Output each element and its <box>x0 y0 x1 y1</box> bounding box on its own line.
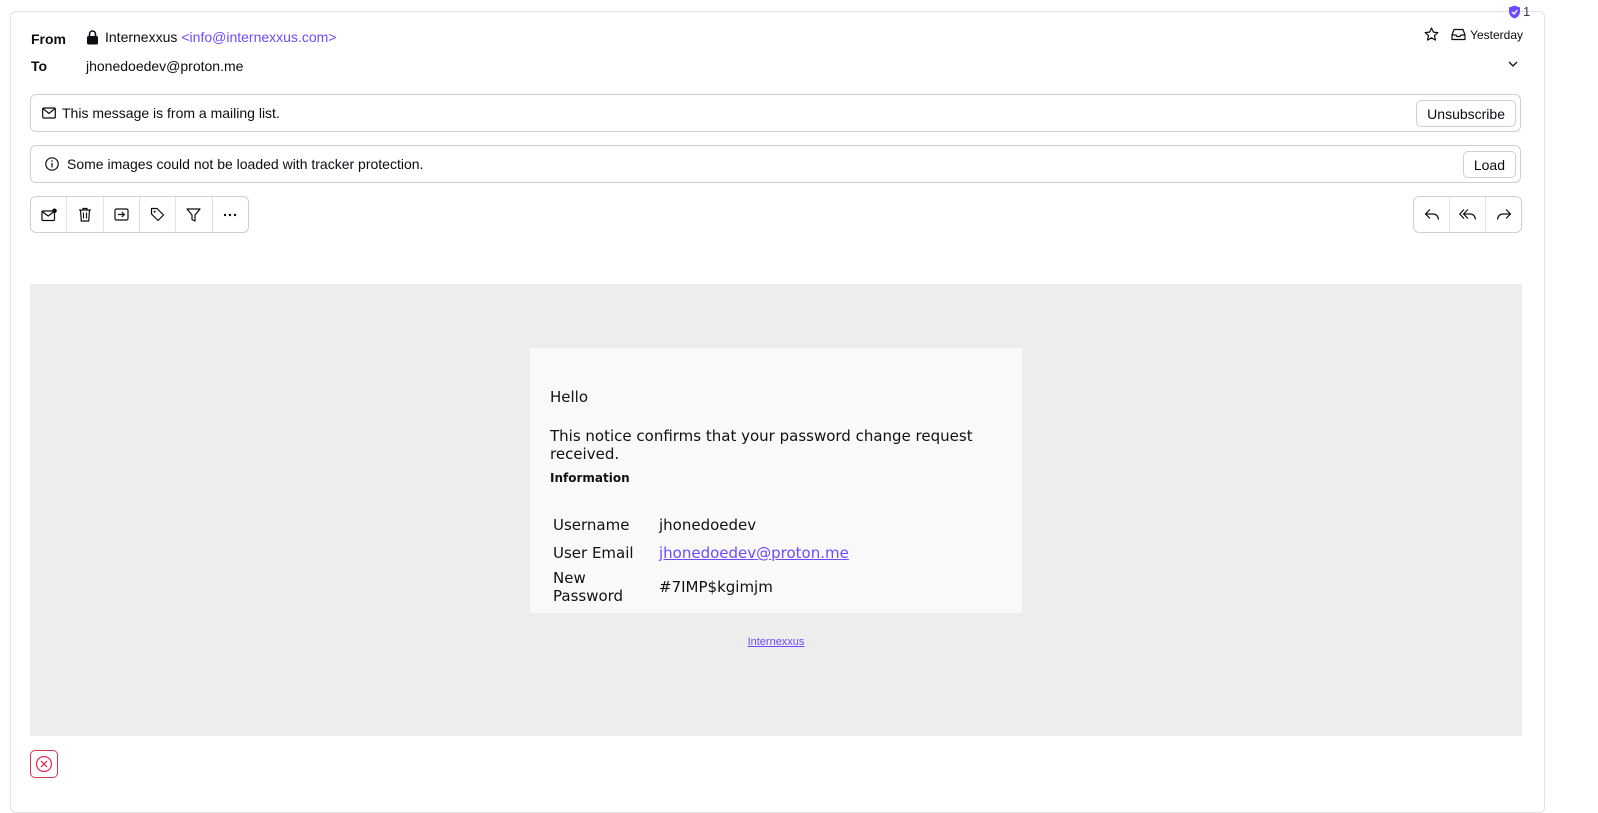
forward-icon <box>1496 208 1512 221</box>
notice-text: This notice confirms that your password … <box>550 427 973 463</box>
mark-unread-button[interactable] <box>31 197 68 232</box>
info-table: Username jhonedoedev User Email jhonedoe… <box>551 511 851 607</box>
forward-button[interactable] <box>1486 197 1521 232</box>
mark-unread-icon <box>41 208 57 222</box>
reply-all-icon <box>1458 208 1477 221</box>
table-row: New Password #7IMP$kgimjm <box>551 567 851 607</box>
row-key: New Password <box>553 569 624 605</box>
reply-icon <box>1424 208 1440 221</box>
envelope-icon <box>42 107 56 119</box>
row-value: jhonedoedev <box>659 516 757 534</box>
user-email-link[interactable]: jhonedoedev@proton.me <box>659 544 849 562</box>
lock-icon <box>86 29 99 45</box>
greeting: Hello <box>550 388 589 406</box>
reply-toolbar <box>1413 196 1522 233</box>
table-row: User Email jhonedoedev@proton.me <box>551 539 851 567</box>
message-card: Hello This notice confirms that your pas… <box>530 348 1022 613</box>
recipient[interactable]: jhonedoedev@proton.me <box>86 58 243 74</box>
info-heading: Information <box>550 471 630 485</box>
footer: Internexxus <box>30 636 1522 648</box>
load-images-button[interactable]: Load <box>1462 151 1516 178</box>
inbox-icon <box>1451 28 1466 41</box>
message-body: Hello This notice confirms that your pas… <box>30 284 1522 736</box>
message-meta: Yesterday <box>1424 27 1523 42</box>
close-circle-icon <box>35 755 53 773</box>
tracker-protection-badge[interactable]: 1 <box>1508 4 1530 19</box>
move-to-folder-button[interactable] <box>104 197 140 232</box>
star-icon[interactable] <box>1424 27 1439 42</box>
footer-link[interactable]: Internexxus <box>748 636 805 648</box>
trash-button[interactable] <box>67 197 104 232</box>
row-value: #7IMP$kgimjm <box>659 578 773 596</box>
label-button[interactable] <box>140 197 177 232</box>
info-icon <box>45 157 59 171</box>
unsubscribe-button[interactable]: Unsubscribe <box>1416 100 1516 127</box>
from-label: From <box>31 31 66 47</box>
sender[interactable]: Internexxus <info@internexxus.com> <box>86 29 336 45</box>
row-value: jhonedoedev@proton.me <box>657 539 851 567</box>
sender-email[interactable]: <info@internexxus.com> <box>181 29 336 45</box>
mailing-list-text: This message is from a mailing list. <box>62 105 280 121</box>
more-icon <box>223 213 237 217</box>
filter-icon <box>186 207 202 222</box>
move-icon <box>114 208 129 221</box>
reply-all-button[interactable] <box>1450 197 1486 232</box>
chevron-down-icon <box>1506 58 1520 75</box>
shield-check-icon <box>1508 5 1521 19</box>
to-label: To <box>31 58 48 74</box>
table-row: Username jhonedoedev <box>551 511 851 539</box>
images-blocked-banner: Some images could not be loaded with tra… <box>30 145 1521 183</box>
expand-details-button[interactable] <box>1506 57 1520 76</box>
trash-icon <box>78 207 92 222</box>
message-date: Yesterday <box>1470 27 1523 42</box>
more-actions-button[interactable] <box>213 197 248 232</box>
row-key: User Email <box>553 544 634 562</box>
label-icon <box>150 207 165 222</box>
sender-name: Internexxus <box>105 29 178 45</box>
images-blocked-text: Some images could not be loaded with tra… <box>67 156 424 172</box>
tracker-count: 1 <box>1523 4 1531 19</box>
message-actions-toolbar <box>30 196 249 233</box>
close-button[interactable] <box>30 750 58 778</box>
reply-button[interactable] <box>1414 197 1450 232</box>
mailing-list-banner: This message is from a mailing list. Uns… <box>30 94 1521 132</box>
row-key: Username <box>553 516 630 534</box>
filter-button[interactable] <box>176 197 213 232</box>
